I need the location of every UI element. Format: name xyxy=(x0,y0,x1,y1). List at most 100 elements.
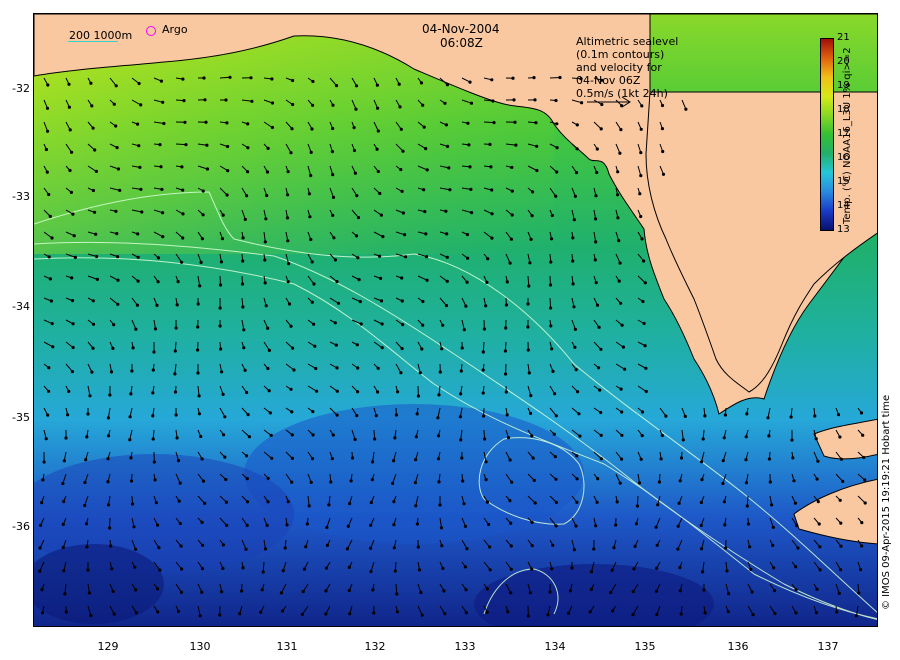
velocity-arrow-head xyxy=(134,547,138,551)
velocity-arrow-head xyxy=(510,165,514,170)
velocity-arrow-head xyxy=(551,369,555,373)
velocity-arrow-head xyxy=(129,392,133,396)
velocity-arrow-head xyxy=(443,101,447,105)
velocity-arrow-head xyxy=(481,350,485,354)
velocity-arrow-head xyxy=(356,256,360,260)
velocity-arrow-head xyxy=(463,565,467,569)
velocity-arrow-head xyxy=(133,565,137,569)
velocity-arrow-head xyxy=(575,500,579,504)
velocity-arrow-head xyxy=(331,213,335,217)
y-tick-label: -36 xyxy=(12,520,30,533)
velocity-arrow-head xyxy=(676,524,680,528)
velocity-arrow-head xyxy=(372,611,376,615)
velocity-arrow-head xyxy=(63,592,67,596)
velocity-arrow-head xyxy=(639,127,643,131)
velocity-arrow-head xyxy=(376,366,380,370)
velocity-arrow-head xyxy=(333,258,337,262)
velocity-arrow-head xyxy=(572,218,576,222)
altimetry-line-1: Altimetric sealevel xyxy=(576,35,679,48)
velocity-arrow-head xyxy=(86,412,90,416)
velocity-arrow-head xyxy=(304,545,308,549)
velocity-arrow-head xyxy=(70,370,75,374)
velocity-arrow-head xyxy=(818,545,822,549)
velocity-arrow-head xyxy=(623,367,627,371)
velocity-arrow-head xyxy=(173,390,178,394)
sst-map-canvas xyxy=(34,14,877,626)
velocity-arrow-head xyxy=(47,192,51,197)
velocity-arrow-head xyxy=(573,327,578,331)
velocity-arrow-head xyxy=(154,501,158,505)
x-tick-label: 131 xyxy=(276,640,298,653)
velocity-arrow-head xyxy=(508,261,512,265)
velocity-arrow-head xyxy=(655,566,659,570)
velocity-arrow-head xyxy=(240,589,244,593)
velocity-arrow-head xyxy=(226,169,230,173)
velocity-arrow-head xyxy=(290,410,294,414)
velocity-arrow-head xyxy=(863,501,867,505)
velocity-arrow-head xyxy=(745,412,749,416)
velocity-arrow-head xyxy=(488,545,492,549)
velocity-arrow-head xyxy=(375,83,379,87)
velocity-arrow-head xyxy=(597,325,601,329)
y-tick-label: -35 xyxy=(12,411,30,424)
velocity-arrow-head xyxy=(106,416,111,420)
velocity-arrow-head xyxy=(508,458,512,462)
velocity-arrow-head xyxy=(376,129,380,133)
velocity-arrow-head xyxy=(176,459,181,463)
velocity-arrow-head xyxy=(656,503,660,507)
velocity-arrow-head xyxy=(446,144,450,148)
velocity-arrow-head xyxy=(46,413,50,417)
velocity-arrow-head xyxy=(41,478,45,482)
velocity-arrow-head xyxy=(352,148,357,153)
velocity-arrow-head xyxy=(549,324,553,328)
velocity-arrow-head xyxy=(529,394,533,398)
velocity-arrow-head xyxy=(90,370,94,374)
velocity-arrow-head xyxy=(249,76,253,80)
velocity-arrow-head xyxy=(555,146,559,150)
velocity-arrow-head xyxy=(771,543,775,548)
velocity-arrow-head xyxy=(794,588,798,592)
velocity-arrow-head xyxy=(130,369,134,373)
velocity-arrow-head xyxy=(610,568,614,572)
velocity-arrow-head xyxy=(618,151,622,155)
velocity-arrow-head xyxy=(325,543,329,548)
velocity-arrow-head xyxy=(136,255,140,259)
velocity-arrow-head xyxy=(528,411,533,415)
velocity-arrow-head xyxy=(746,522,751,526)
velocity-arrow-head xyxy=(151,368,155,372)
velocity-arrow-head xyxy=(290,456,294,460)
velocity-arrow-head xyxy=(620,410,624,414)
velocity-arrow-head xyxy=(423,210,427,214)
velocity-arrow-head xyxy=(134,611,139,615)
velocity-arrow-head xyxy=(396,390,400,394)
velocity-arrow-head xyxy=(265,193,269,198)
velocity-arrow-head xyxy=(358,300,362,304)
velocity-arrow-head xyxy=(379,276,383,280)
velocity-arrow-head xyxy=(597,366,601,370)
velocity-arrow-head xyxy=(839,521,843,525)
velocity-arrow-head xyxy=(632,567,636,571)
velocity-arrow-head xyxy=(419,590,423,595)
velocity-arrow-head xyxy=(839,568,843,572)
velocity-arrow-head xyxy=(676,547,680,551)
velocity-arrow-head xyxy=(530,567,534,571)
colorbar-tick: 21 xyxy=(837,32,850,43)
velocity-arrow-head xyxy=(643,344,647,348)
velocity-arrow-head xyxy=(485,610,489,614)
velocity-arrow-head xyxy=(588,610,592,614)
velocity-arrow-head xyxy=(381,235,385,239)
velocity-arrow-head xyxy=(482,414,486,418)
velocity-arrow-head xyxy=(62,569,66,573)
velocity-arrow-head xyxy=(841,479,845,483)
velocity-arrow-head xyxy=(220,237,224,241)
velocity-arrow-head xyxy=(509,567,513,571)
velocity-arrow-head xyxy=(48,214,52,218)
velocity-scale-arrow-icon xyxy=(587,96,631,108)
velocity-arrow-head xyxy=(183,120,187,124)
velocity-arrow-head xyxy=(109,544,113,548)
velocity-arrow-head xyxy=(700,460,704,464)
velocity-arrow-head xyxy=(420,613,424,617)
velocity-arrow-head xyxy=(555,170,559,174)
velocity-arrow-head xyxy=(179,544,183,548)
velocity-arrow-head xyxy=(87,591,92,595)
